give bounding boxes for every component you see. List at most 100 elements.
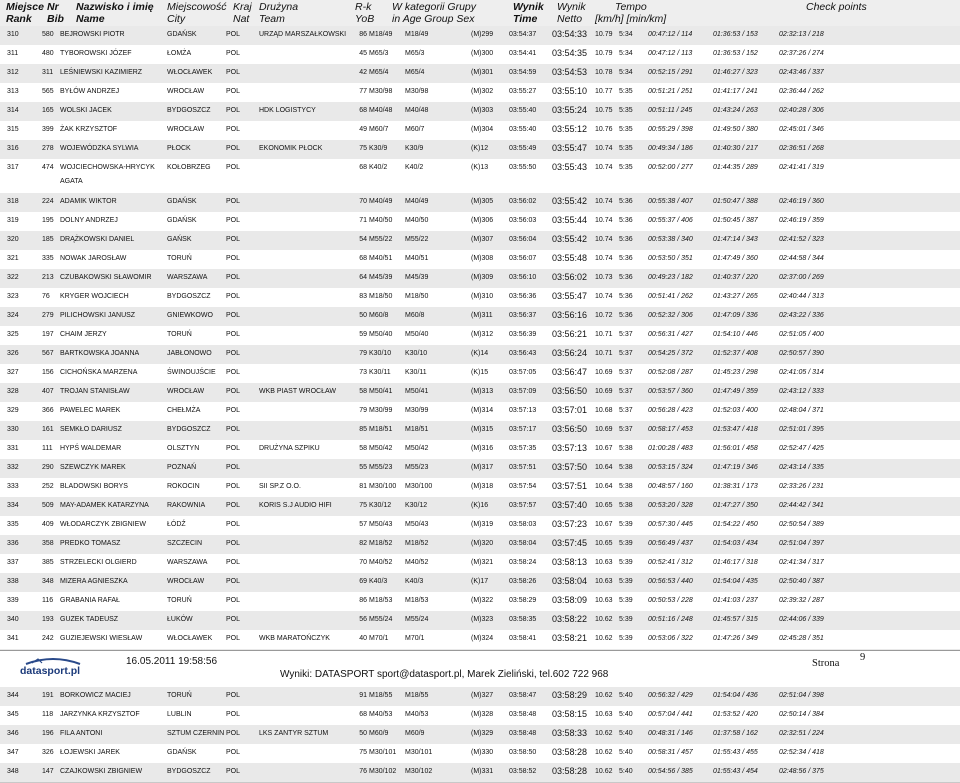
cell-age-cat: M30/102 <box>369 768 397 775</box>
cell-group: M40/48 <box>405 107 429 114</box>
cell-sex: (M)329 <box>471 730 494 737</box>
table-row: 326 567 BARTKOWSKA JOANNA JABŁONOWO POL 79 K30… <box>0 345 960 365</box>
cell-rank: 323 <box>7 293 19 300</box>
cell-bib: 76 <box>42 293 50 300</box>
cell-time: 03:55:40 <box>509 107 537 114</box>
cell-netto: 03:55:42 <box>552 196 588 206</box>
cell-group: M55/24 <box>405 616 429 623</box>
cell-cp1: 00:51:21 / 251 <box>648 88 693 95</box>
hdr-rk: R-k <box>355 1 372 13</box>
cell-cp3: 02:41:05 / 314 <box>779 369 824 376</box>
cell-netto: 03:58:13 <box>552 557 588 567</box>
cell-group: M45/39 <box>405 274 429 281</box>
cell-group: M65/4 <box>405 69 425 76</box>
cell-sex: (K)15 <box>471 369 489 376</box>
cell-cp3: 02:43:12 / 333 <box>779 388 824 395</box>
table-row: 345 118 JARZYNKA KRZYSZTOF LUBLIN POL 68 M40/5… <box>0 706 960 726</box>
cell-yob: 75 <box>359 502 367 509</box>
cell-cp2: 01:47:27 / 350 <box>713 502 758 509</box>
cell-city: LUBLIN <box>167 711 192 718</box>
cell-speed: 10.69 <box>595 426 613 433</box>
page-footer: datasport.pl 16.05.2011 19:58:56 Wyniki:… <box>0 650 960 683</box>
cell-group: M40/50 <box>405 217 429 224</box>
page-number: 9 <box>860 652 866 663</box>
hdr-check: Check points <box>806 1 867 13</box>
cell-netto: 03:57:40 <box>552 500 588 510</box>
cell-team: DRUŻYNA SZPIKU <box>259 445 320 452</box>
cell-cp3: 02:44:06 / 339 <box>779 616 824 623</box>
cell-cp3: 02:48:56 / 375 <box>779 768 824 775</box>
cell-pace: 5:40 <box>619 768 633 775</box>
cell-nat: POL <box>226 69 241 76</box>
cell-pace: 5:37 <box>619 331 633 338</box>
cell-bib: 335 <box>42 255 54 262</box>
cell-speed: 10.63 <box>595 597 613 604</box>
cell-rank: 326 <box>7 350 19 357</box>
cell-yob: 57 <box>359 521 367 528</box>
cell-time: 03:56:37 <box>509 312 537 319</box>
cell-nat: POL <box>226 293 241 300</box>
cell-age-cat: M40/53 <box>369 711 393 718</box>
cell-group: M40/51 <box>405 255 429 262</box>
cell-bib: 326 <box>42 749 54 756</box>
cell-age-cat: M70/1 <box>369 635 389 642</box>
cell-cp3: 02:43:46 / 337 <box>779 69 824 76</box>
cell-sex: (M)304 <box>471 126 494 133</box>
cell-cp1: 00:52:08 / 287 <box>648 369 693 376</box>
cell-name: WOLSKI JACEK <box>60 107 112 114</box>
cell-speed: 10.67 <box>595 521 613 528</box>
cell-cp3: 02:41:41 / 319 <box>779 164 824 171</box>
cell-time: 03:58:47 <box>509 692 537 699</box>
cell-pace: 5:39 <box>619 635 633 642</box>
cell-group: M65/3 <box>405 50 425 57</box>
cell-bib: 409 <box>42 521 54 528</box>
cell-group: M40/49 <box>405 198 429 205</box>
table-row: 335 409 WŁODARCZYK ZBIGNIEW ŁÓDŹ POL 57 M50/43… <box>0 516 960 536</box>
cell-age-cat: M30/100 <box>369 483 397 490</box>
hdr-nat: Nat <box>233 13 250 25</box>
cell-name: ADAMIK WIKTOR <box>60 198 117 205</box>
cell-pace: 5:38 <box>619 502 633 509</box>
cell-name: WOJCIECHOWSKA-HRYCYK AGATA <box>60 164 155 185</box>
cell-cp3: 02:51:04 / 397 <box>779 540 824 547</box>
cell-age-cat: M55/22 <box>369 236 393 243</box>
cell-cp2: 01:46:27 / 323 <box>713 69 758 76</box>
cell-bib: 567 <box>42 350 54 357</box>
cell-name: PILICHOWSKI JANUSZ <box>60 312 136 319</box>
cell-name: WŁODARCZYK ZBIGNIEW <box>60 521 146 528</box>
cell-age-cat: M50/41 <box>369 388 393 395</box>
cell-time: 03:54:41 <box>509 50 537 57</box>
table-row: 320 185 DRĄŻKOWSKI DANIEL GAŃSK POL 54 M55/22 M… <box>0 231 960 251</box>
cell-cp3: 02:33:26 / 231 <box>779 483 824 490</box>
cell-age-cat: M40/50 <box>369 217 393 224</box>
cell-pace: 5:36 <box>619 255 633 262</box>
cell-cp2: 01:47:26 / 349 <box>713 635 758 642</box>
hdr-netto: Netto <box>557 13 583 25</box>
cell-yob: 68 <box>359 164 367 171</box>
cell-name: ŻAK KRZYSZTOF <box>60 126 118 133</box>
cell-time: 03:58:03 <box>509 521 537 528</box>
cell-pace: 5:34 <box>619 31 633 38</box>
cell-yob: 45 <box>359 50 367 57</box>
cell-cp3: 02:32:51 / 224 <box>779 730 824 737</box>
cell-speed: 10.64 <box>595 464 613 471</box>
cell-cp2: 01:46:17 / 318 <box>713 559 758 566</box>
cell-time: 03:58:48 <box>509 730 537 737</box>
cell-cp3: 02:50:40 / 387 <box>779 578 824 585</box>
cell-city: WŁOCŁAWEK <box>167 635 213 642</box>
cell-team: LKS ZANTYR SZTUM <box>259 730 329 737</box>
print-date: 16.05.2011 19:58:56 <box>126 656 218 667</box>
table-row: 339 116 GRABANIA RAFAŁ TORUŃ POL 86 M18/53 M18/… <box>0 592 960 612</box>
cell-yob: 59 <box>359 331 367 338</box>
cell-rank: 345 <box>7 711 19 718</box>
cell-nat: POL <box>226 255 241 262</box>
cell-sex: (M)324 <box>471 635 494 642</box>
cell-cp1: 01:00:28 / 483 <box>648 445 693 452</box>
cell-cp3: 02:45:28 / 351 <box>779 635 824 642</box>
cell-nat: POL <box>226 521 241 528</box>
cell-rank: 317 <box>7 164 19 171</box>
cell-group: K30/12 <box>405 502 428 509</box>
cell-yob: 82 <box>359 540 367 547</box>
cell-cp1: 00:55:38 / 407 <box>648 198 693 205</box>
cell-nat: POL <box>226 274 241 281</box>
